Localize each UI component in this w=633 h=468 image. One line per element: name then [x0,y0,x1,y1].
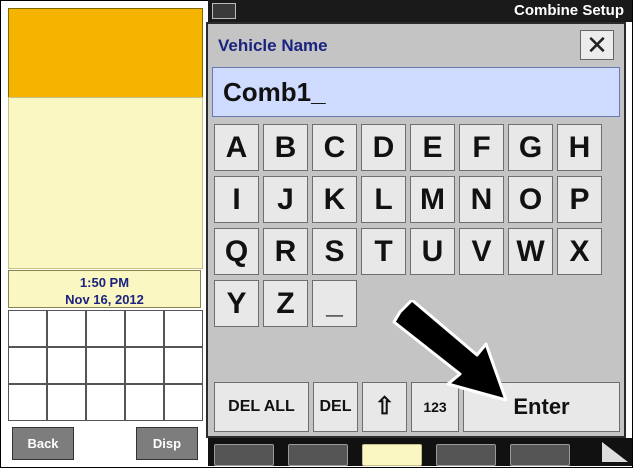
shortcut-grid [8,310,203,421]
footer-tab[interactable] [214,444,274,466]
grid-cell[interactable] [86,347,125,384]
clock-panel: 1:50 PM Nov 16, 2012 [8,270,201,308]
status-panel-yellow [8,97,203,269]
key-j[interactable]: J [263,176,308,223]
key-x[interactable]: X [557,228,602,275]
close-button[interactable]: ✕ [580,30,614,60]
clock-date: Nov 16, 2012 [65,292,144,307]
footer-tab[interactable] [510,444,570,466]
grid-cell[interactable] [164,347,203,384]
key-r[interactable]: R [263,228,308,275]
footer-tab[interactable] [436,444,496,466]
key-t[interactable]: T [361,228,406,275]
key-d[interactable]: D [361,124,406,171]
grid-cell[interactable] [164,310,203,347]
screen-footer [208,438,632,466]
vehicle-name-input[interactable]: Comb1_ [212,67,620,117]
back-button[interactable]: Back [12,427,74,460]
screen-header: Combine Setup [208,0,632,22]
key-h[interactable]: H [557,124,602,171]
grid-cell[interactable] [47,310,86,347]
key-l[interactable]: L [361,176,406,223]
grid-cell[interactable] [125,347,164,384]
key-n[interactable]: N [459,176,504,223]
key-b[interactable]: B [263,124,308,171]
footer-tab[interactable] [288,444,348,466]
grid-cell[interactable] [8,310,47,347]
key-v[interactable]: V [459,228,504,275]
screen-icon [212,3,236,19]
grid-cell[interactable] [86,384,125,421]
key-s[interactable]: S [312,228,357,275]
left-panel: 1:50 PM Nov 16, 2012 [8,8,203,423]
key-e[interactable]: E [410,124,455,171]
key-u[interactable]: U [410,228,455,275]
key-y[interactable]: Y [214,280,259,327]
screen-title: Combine Setup [513,2,624,19]
status-panel-orange [8,8,203,98]
key-o[interactable]: O [508,176,553,223]
delete-button[interactable]: DEL [313,382,358,432]
grid-cell[interactable] [8,384,47,421]
grid-cell[interactable] [8,347,47,384]
clock-time: 1:50 PM [79,275,130,290]
key-w[interactable]: W [508,228,553,275]
delete-all-button[interactable]: DEL ALL [214,382,309,432]
grid-cell[interactable] [47,347,86,384]
key-f[interactable]: F [459,124,504,171]
key-q[interactable]: Q [214,228,259,275]
key-i[interactable]: I [214,176,259,223]
disp-button[interactable]: Disp [136,427,198,460]
key-a[interactable]: A [214,124,259,171]
key-m[interactable]: M [410,176,455,223]
pointer-arrow-icon [392,300,508,402]
next-page-icon[interactable] [602,442,628,462]
dialog-title: Vehicle Name [218,36,328,55]
grid-cell[interactable] [125,310,164,347]
grid-cell[interactable] [125,384,164,421]
footer-tab[interactable] [362,444,422,466]
key-p[interactable]: P [557,176,602,223]
key-k[interactable]: K [312,176,357,223]
key-g[interactable]: G [508,124,553,171]
grid-cell[interactable] [86,310,125,347]
key-c[interactable]: C [312,124,357,171]
grid-cell[interactable] [47,384,86,421]
grid-cell[interactable] [164,384,203,421]
key-underscore[interactable]: _ [312,280,357,327]
key-z[interactable]: Z [263,280,308,327]
